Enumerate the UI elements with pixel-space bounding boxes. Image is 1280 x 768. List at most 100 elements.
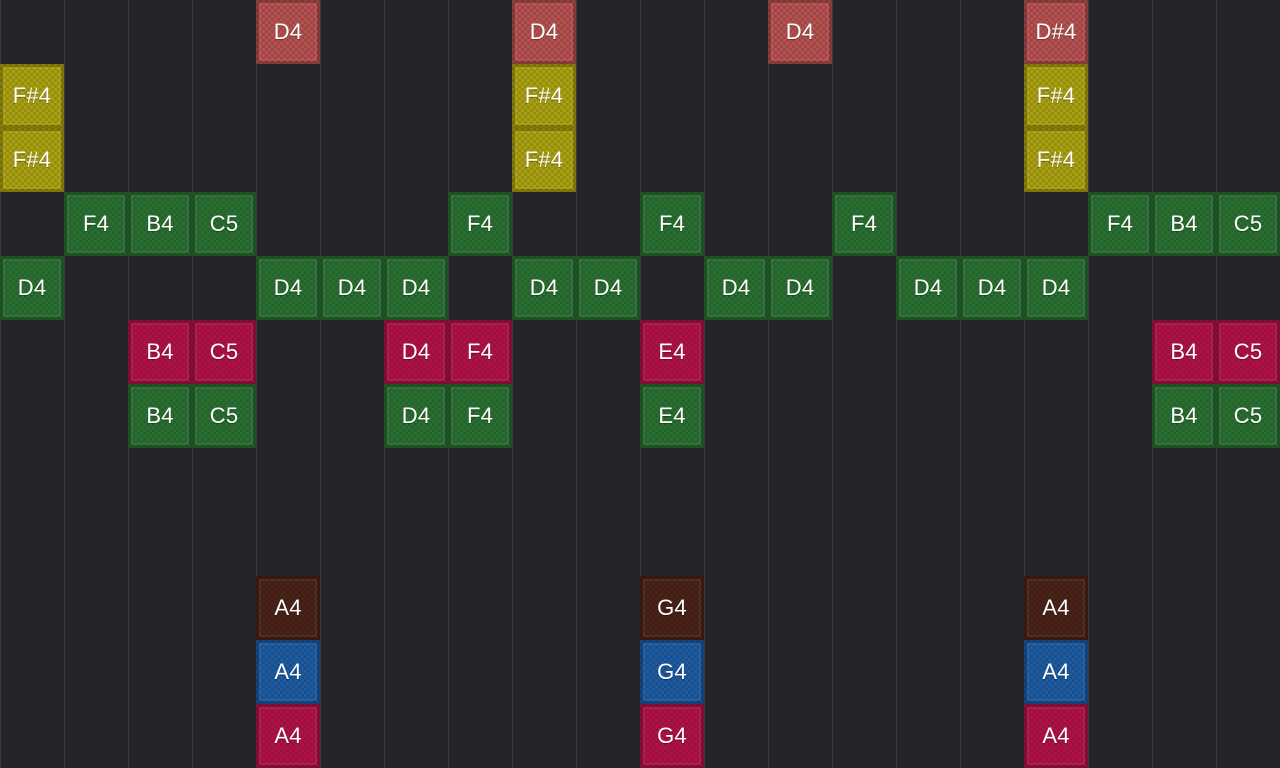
note-block[interactable]: A4	[256, 704, 320, 768]
note-block[interactable]: A4	[1024, 576, 1088, 640]
note-label: B4	[146, 211, 174, 236]
note-label: D4	[401, 403, 431, 428]
note-block[interactable]: D4	[256, 256, 320, 320]
note-block[interactable]: C5	[1216, 320, 1280, 384]
note-block[interactable]: C5	[192, 384, 256, 448]
note-block[interactable]: F4	[448, 192, 512, 256]
note-block[interactable]: E4	[640, 320, 704, 384]
note-label: D4	[337, 275, 367, 300]
note-block[interactable]: F4	[64, 192, 128, 256]
note-block[interactable]: D4	[256, 0, 320, 64]
note-label: D4	[401, 339, 431, 364]
note-label: D4	[785, 275, 815, 300]
note-block[interactable]: G4	[640, 576, 704, 640]
note-label: F4	[1106, 211, 1134, 236]
note-label: D4	[273, 275, 303, 300]
note-label: G4	[657, 723, 687, 748]
note-label: D#4	[1035, 19, 1077, 44]
note-block[interactable]: B4	[128, 320, 192, 384]
note-block[interactable]: C5	[192, 192, 256, 256]
note-label: D4	[785, 19, 815, 44]
note-label: D4	[593, 275, 623, 300]
note-label: D4	[977, 275, 1007, 300]
note-block[interactable]: A4	[1024, 704, 1088, 768]
note-block[interactable]: B4	[128, 192, 192, 256]
note-block[interactable]: D4	[512, 0, 576, 64]
note-label: C5	[1233, 403, 1263, 428]
note-label: D4	[913, 275, 943, 300]
note-block[interactable]: D4	[384, 320, 448, 384]
note-block[interactable]: D4	[512, 256, 576, 320]
note-label: D4	[529, 275, 559, 300]
note-label: C5	[1233, 339, 1263, 364]
note-block[interactable]: G4	[640, 704, 704, 768]
note-block[interactable]: C5	[1216, 384, 1280, 448]
note-label: D4	[401, 275, 431, 300]
note-block[interactable]: B4	[128, 384, 192, 448]
note-block[interactable]: D4	[768, 0, 832, 64]
note-block[interactable]: D#4	[1024, 0, 1088, 64]
note-block[interactable]: C5	[1216, 192, 1280, 256]
note-block[interactable]: D4	[768, 256, 832, 320]
note-block[interactable]: D4	[384, 384, 448, 448]
note-block[interactable]: D4	[384, 256, 448, 320]
note-label: F#4	[524, 83, 564, 108]
note-label: F#4	[524, 147, 564, 172]
note-label: D4	[17, 275, 47, 300]
note-block[interactable]: B4	[1152, 384, 1216, 448]
note-label: C5	[209, 339, 239, 364]
note-label: F4	[466, 339, 494, 364]
note-label: D4	[1041, 275, 1071, 300]
note-block[interactable]: D4	[0, 256, 64, 320]
note-block[interactable]: F#4	[0, 128, 64, 192]
note-block[interactable]: F4	[832, 192, 896, 256]
note-label: D4	[273, 19, 303, 44]
note-block[interactable]: F4	[448, 384, 512, 448]
note-label: F4	[658, 211, 686, 236]
note-block[interactable]: F#4	[1024, 128, 1088, 192]
note-label: E4	[658, 403, 686, 428]
note-block[interactable]: D4	[960, 256, 1024, 320]
note-label: A4	[1042, 659, 1070, 684]
note-label: G4	[657, 659, 687, 684]
note-block[interactable]: F4	[640, 192, 704, 256]
note-block[interactable]: D4	[576, 256, 640, 320]
note-block[interactable]: F#4	[1024, 64, 1088, 128]
note-block[interactable]: F4	[448, 320, 512, 384]
note-label: G4	[657, 595, 687, 620]
note-label: A4	[274, 723, 302, 748]
note-block[interactable]: A4	[256, 640, 320, 704]
note-label: F4	[466, 211, 494, 236]
note-label: F#4	[12, 147, 52, 172]
note-label: C5	[1233, 211, 1263, 236]
note-block[interactable]: B4	[1152, 192, 1216, 256]
note-block[interactable]: F#4	[512, 128, 576, 192]
note-label: B4	[1170, 339, 1198, 364]
note-label: E4	[658, 339, 686, 364]
note-block[interactable]: A4	[256, 576, 320, 640]
note-grid[interactable]: F#4 F#4 D4 F4 B4 B4 B4 C5 C5 C5 D4 D4 A4 A4 A4 D4 D4 D4 D4…	[0, 0, 1280, 768]
note-block[interactable]: F#4	[0, 64, 64, 128]
note-block[interactable]: D4	[320, 256, 384, 320]
note-label: F4	[466, 403, 494, 428]
note-label: B4	[1170, 211, 1198, 236]
note-block[interactable]: G4	[640, 640, 704, 704]
note-label: B4	[1170, 403, 1198, 428]
note-label: B4	[146, 403, 174, 428]
note-block[interactable]: D4	[896, 256, 960, 320]
note-label: F4	[82, 211, 110, 236]
note-label: A4	[274, 595, 302, 620]
note-block[interactable]: B4	[1152, 320, 1216, 384]
note-block[interactable]: E4	[640, 384, 704, 448]
note-label: F#4	[12, 83, 52, 108]
note-block[interactable]: D4	[1024, 256, 1088, 320]
note-label: D4	[529, 19, 559, 44]
note-label: A4	[274, 659, 302, 684]
note-block[interactable]: F#4	[512, 64, 576, 128]
note-block[interactable]: A4	[1024, 640, 1088, 704]
note-block[interactable]: D4	[704, 256, 768, 320]
note-label: A4	[1042, 595, 1070, 620]
note-label: C5	[209, 211, 239, 236]
note-block[interactable]: C5	[192, 320, 256, 384]
note-block[interactable]: F4	[1088, 192, 1152, 256]
